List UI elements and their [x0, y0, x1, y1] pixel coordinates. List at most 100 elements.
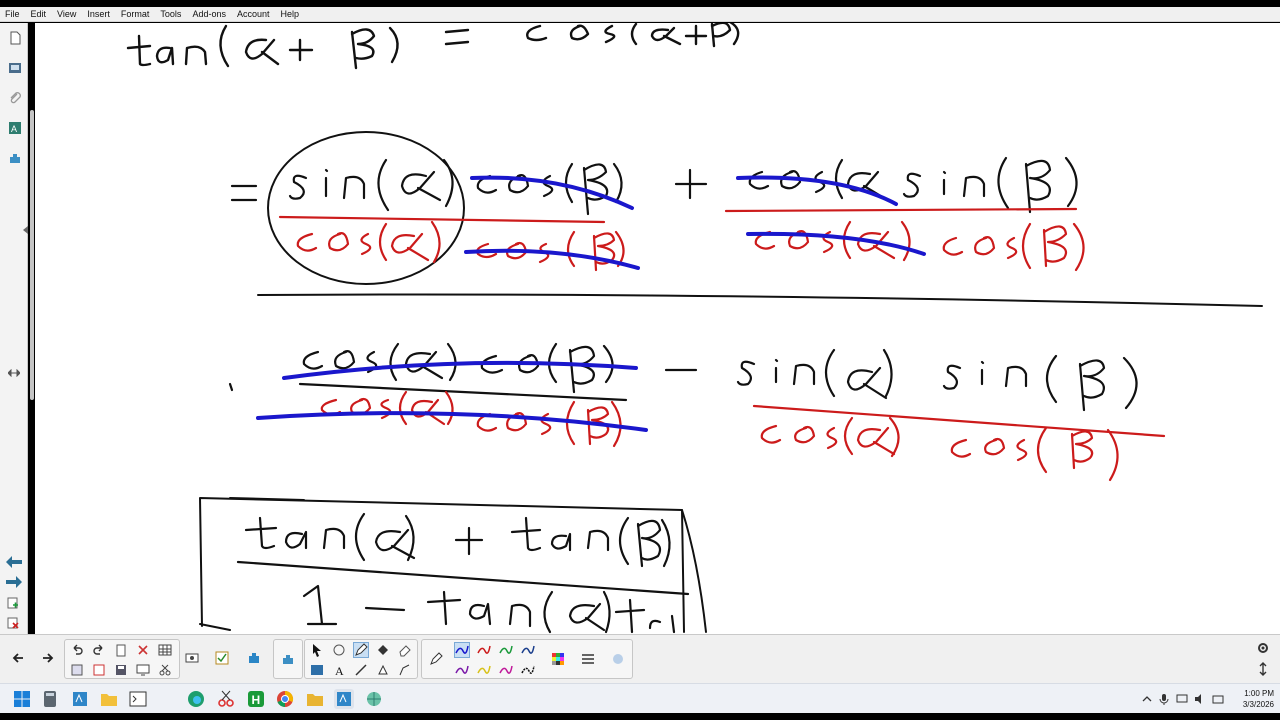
menu-edit[interactable]: Edit — [26, 7, 53, 22]
eraser-icon — [399, 645, 411, 657]
next-page-button[interactable] — [40, 650, 56, 666]
whiteboard-canvas[interactable] — [35, 23, 1280, 634]
table-tool[interactable] — [309, 662, 325, 678]
shape-tool[interactable] — [375, 662, 391, 678]
screen-shade-button[interactable] — [69, 662, 85, 678]
menu-help[interactable]: Help — [276, 7, 306, 22]
select-tool[interactable] — [309, 642, 325, 658]
shape-pen-icon — [399, 664, 410, 676]
add-page-icon[interactable] — [7, 597, 19, 609]
previous-page-button[interactable] — [10, 650, 26, 666]
windows-start-icon — [14, 691, 30, 707]
text-tool[interactable]: A — [331, 662, 347, 678]
back-arrow-icon — [12, 653, 23, 663]
clear-button[interactable] — [91, 662, 107, 678]
svg-text:H: H — [252, 693, 261, 707]
line-thickness-button[interactable] — [580, 651, 596, 667]
taskbar-snipping-tool[interactable] — [216, 689, 236, 709]
pen-color-magenta[interactable] — [498, 662, 514, 678]
system-tray: 1:00 PM 3/3/2026 — [1142, 684, 1274, 714]
taskbar-app-h[interactable]: H — [246, 689, 266, 709]
display-icon[interactable] — [1176, 693, 1188, 705]
monitor-icon — [136, 664, 150, 676]
network-icon[interactable] — [1212, 693, 1224, 705]
menu-file[interactable]: File — [0, 7, 26, 22]
addons-tab[interactable] — [5, 147, 25, 169]
taskbar-terminal[interactable] — [128, 689, 148, 709]
display-button[interactable] — [135, 662, 151, 678]
start-button[interactable] — [12, 689, 32, 709]
taskbar-notebook[interactable] — [70, 689, 90, 709]
taskbar-chrome[interactable] — [275, 689, 295, 709]
attachments-tab[interactable] — [5, 87, 25, 109]
taskbar-calculator[interactable] — [40, 689, 60, 709]
cut-button[interactable] — [157, 662, 173, 678]
taskbar-edge[interactable] — [186, 689, 206, 709]
resize-arrow-icon[interactable] — [23, 226, 29, 234]
save-button[interactable] — [113, 662, 129, 678]
menu-format[interactable]: Format — [116, 7, 156, 22]
properties-tab[interactable]: A — [5, 117, 25, 139]
fill-tool[interactable] — [375, 642, 391, 658]
screen-capture-button[interactable] — [184, 650, 200, 666]
taskbar-globe-app[interactable] — [364, 689, 384, 709]
addon-button[interactable] — [246, 650, 262, 666]
delete-button[interactable] — [135, 642, 151, 658]
pen-tool[interactable] — [353, 642, 369, 658]
pen-style-button[interactable] — [428, 651, 444, 667]
insert-table-button[interactable] — [157, 642, 173, 658]
taskbar-file-explorer[interactable] — [99, 689, 119, 709]
paste-button[interactable] — [113, 642, 129, 658]
microphone-icon[interactable] — [1158, 693, 1170, 705]
taskbar-clock[interactable]: 1:00 PM 3/3/2026 — [1230, 688, 1274, 710]
screen-bottom-edge — [0, 713, 1280, 720]
panel-forward-arrow-icon[interactable] — [6, 576, 22, 588]
purple-stroke-icon — [455, 665, 469, 674]
eraser-tool[interactable] — [397, 642, 413, 658]
color-palette-button[interactable] — [550, 651, 566, 667]
menu-insert[interactable]: Insert — [82, 7, 116, 22]
taskbar-smart-notebook[interactable] — [334, 689, 354, 709]
collapse-panel-icon[interactable] — [8, 369, 20, 377]
pen-color-green[interactable] — [498, 642, 514, 658]
pen-color-red[interactable] — [476, 642, 492, 658]
panel-splitter[interactable] — [30, 110, 34, 400]
edge-icon — [188, 691, 204, 707]
page-sorter-tab[interactable] — [5, 27, 25, 49]
pen-properties-group — [421, 639, 633, 679]
grid-icon — [311, 665, 323, 675]
transparency-icon — [613, 654, 623, 664]
chevron-up-icon[interactable] — [1142, 694, 1152, 704]
pen-color-black[interactable] — [520, 662, 536, 678]
pen-color-blue[interactable] — [454, 642, 470, 658]
taskbar-folder[interactable] — [305, 689, 325, 709]
line-tool[interactable] — [353, 662, 369, 678]
menu-tools[interactable]: Tools — [155, 7, 187, 22]
pen-color-purple[interactable] — [454, 662, 470, 678]
delete-page-icon[interactable] — [7, 617, 19, 629]
toolbar-position-button[interactable] — [1255, 661, 1271, 677]
undo-button[interactable] — [69, 642, 85, 658]
volume-icon[interactable] — [1194, 693, 1206, 705]
ink-tan-sum-heading — [126, 23, 740, 70]
shape-pen-tool[interactable] — [397, 662, 413, 678]
shape-icon — [378, 664, 388, 675]
menu-account[interactable]: Account — [232, 7, 276, 22]
redo-button[interactable] — [91, 642, 107, 658]
app-h-icon: H — [248, 691, 264, 707]
response-button[interactable] — [280, 651, 296, 667]
line-icon — [355, 664, 367, 676]
document-camera-button[interactable] — [214, 650, 230, 666]
menu-addons[interactable]: Add-ons — [187, 7, 232, 22]
save-icon — [116, 665, 126, 675]
pen-color-navy[interactable] — [520, 642, 536, 658]
edit-tools-group — [64, 639, 180, 679]
panel-back-arrow-icon[interactable] — [6, 556, 22, 568]
menu-view[interactable]: View — [52, 7, 82, 22]
toolbar-settings-button[interactable] — [1255, 640, 1271, 656]
magic-pen-tool[interactable] — [331, 642, 347, 658]
gallery-tab[interactable] — [5, 57, 25, 79]
ink-sin-alpha — [288, 158, 454, 212]
transparency-button[interactable] — [610, 651, 626, 667]
pen-color-yellow[interactable] — [476, 662, 492, 678]
